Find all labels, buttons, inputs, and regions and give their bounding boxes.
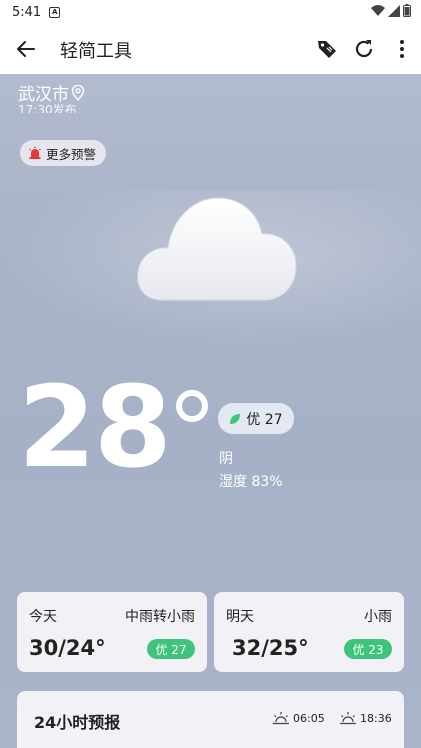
- sunrise-icon: [273, 712, 289, 725]
- more-alerts-label: 更多预警: [46, 146, 97, 162]
- notification-icon: A: [49, 6, 61, 18]
- today-aqi-badge: 优 27: [147, 639, 195, 659]
- app-title: 轻简工具: [60, 41, 132, 62]
- tomorrow-aqi-badge: 优 23: [344, 639, 392, 659]
- tomorrow-card[interactable]: 明天 小雨 32/25° 优 23: [214, 592, 404, 672]
- status-time: 5:41: [12, 4, 42, 20]
- today-condition: 中雨转小雨: [125, 609, 195, 625]
- location-pin-icon: [71, 84, 85, 101]
- sunset: 18:36: [339, 711, 392, 725]
- sunset-time: 18:36: [360, 711, 392, 725]
- current-temperature: 28: [18, 363, 172, 493]
- aqi-pill[interactable]: 优 27: [218, 403, 294, 434]
- refresh-icon[interactable]: [352, 37, 376, 61]
- battery-icon: [403, 4, 411, 17]
- more-vert-icon[interactable]: [390, 37, 414, 61]
- hourly-forecast-title: 24小时预报: [34, 713, 121, 732]
- status-icons: [371, 4, 411, 17]
- degree-symbol: [176, 390, 208, 422]
- weather-condition: 阴: [219, 451, 233, 467]
- alarm-icon: [29, 146, 41, 159]
- cloudy-weather-icon: [137, 197, 297, 301]
- sunrise-time: 06:05: [293, 711, 325, 725]
- signal-icon: [388, 4, 400, 17]
- leaf-icon: [230, 413, 241, 424]
- status-bar: 5:41 A: [0, 0, 421, 24]
- today-label: 今天: [29, 609, 57, 625]
- today-card[interactable]: 今天 中雨转小雨 30/24° 优 27: [17, 592, 207, 672]
- today-temp-range: 30/24°: [29, 636, 106, 660]
- tomorrow-temp-range: 32/25°: [232, 636, 309, 660]
- sunset-icon: [340, 712, 356, 725]
- humidity: 湿度 83%: [219, 474, 283, 490]
- back-arrow-icon[interactable]: [14, 37, 38, 61]
- tomorrow-label: 明天: [226, 609, 254, 625]
- more-alerts-button[interactable]: 更多预警: [20, 140, 107, 166]
- aqi-value: 优 27: [246, 411, 283, 428]
- wifi-icon: [371, 4, 385, 16]
- hourly-forecast-card: 24小时预报 06:05 18:36: [17, 691, 404, 748]
- app-bar: 轻简工具: [0, 24, 421, 74]
- tag-icon[interactable]: [315, 37, 339, 61]
- sunrise: 06:05: [272, 711, 325, 725]
- tomorrow-condition: 小雨: [364, 609, 392, 625]
- publish-time: 17:30发布: [18, 103, 77, 113]
